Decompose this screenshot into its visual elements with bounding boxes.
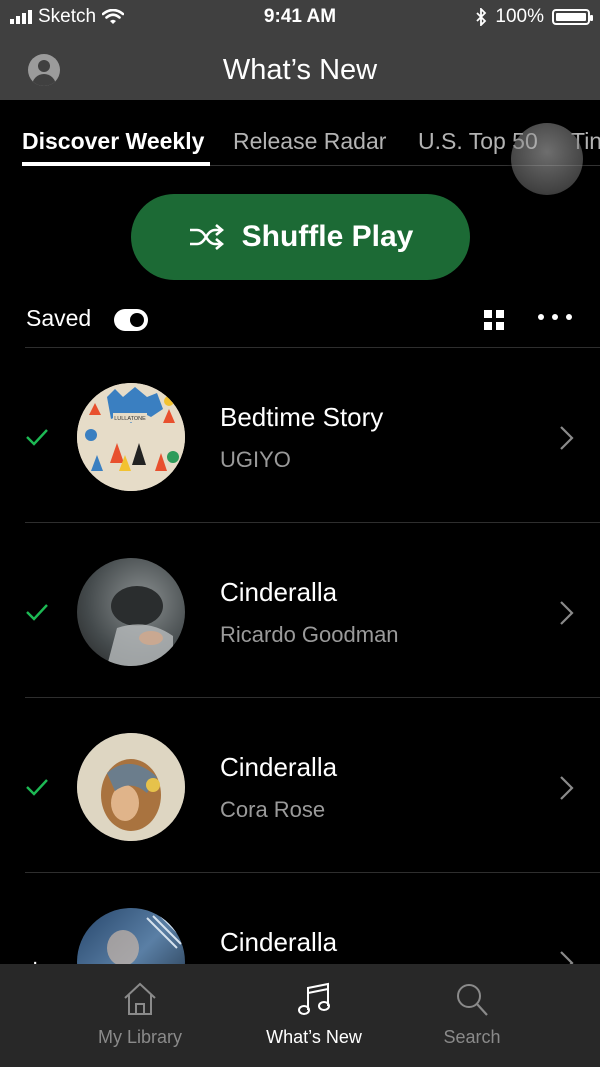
tab-my-library[interactable]: My Library [40,964,240,1067]
check-icon [26,604,48,621]
shuffle-play-button[interactable]: Shuffle Play [131,194,470,280]
tab-release-radar[interactable]: Release Radar [233,128,386,155]
track-title: Cinderalla [220,752,338,782]
saved-toggle[interactable] [114,309,148,331]
saved-label: Saved [26,305,92,331]
album-art [77,558,185,666]
track-artist: UGIYO [220,447,291,472]
chevron-right-icon[interactable] [558,600,576,626]
tab-discover-weekly[interactable]: Discover Weekly [22,128,204,155]
track-title: Cinderalla [220,927,338,957]
track-title: Cinderalla [220,577,338,607]
battery-percent: 100% [495,6,544,27]
track-row[interactable]: LULLATONE Bedtime Story UGIYO [25,347,600,522]
playlist-tabs: Discover Weekly Release Radar U.S. Top 5… [0,100,600,166]
more-options-icon[interactable] [538,314,572,320]
tab-search[interactable]: Search [372,964,572,1067]
tab-label: Search [443,1027,501,1047]
status-right: 100% [475,6,593,28]
shuffle-icon [189,224,224,250]
bluetooth-icon [476,8,487,26]
shuffle-play-label: Shuffle Play [241,220,414,253]
status-bar: Sketch 9:41 AM 100% [0,0,600,34]
track-list: LULLATONE Bedtime Story UGIYO Cinderalla… [0,347,600,1047]
chevron-right-icon[interactable] [558,775,576,801]
battery-fill [556,13,586,21]
track-title: Bedtime Story [220,402,384,432]
page-title: What’s New [222,54,378,86]
search-icon [457,984,488,1016]
album-art-text: LULLATONE [114,416,146,422]
home-icon [124,982,156,1015]
nav-bar: What’s New [0,34,600,100]
track-row[interactable]: Cinderalla Ricardo Goodman [25,522,600,697]
active-tab-indicator [22,162,210,166]
track-artist: Ricardo Goodman [220,622,399,647]
check-icon [26,429,48,446]
chevron-right-icon[interactable] [558,425,576,451]
saved-row: Saved [0,300,600,346]
bottom-tab-bar: My Library What’s New Search [0,964,600,1067]
tab-label: My Library [97,1027,182,1047]
track-row[interactable]: Cinderalla Cora Rose [25,697,600,872]
album-art [77,733,185,841]
album-art: LULLATONE [77,383,185,491]
track-artist: Cora Rose [220,797,326,822]
battery-icon [552,9,593,25]
grid-view-icon[interactable] [484,310,504,330]
music-note-icon [298,982,330,1015]
check-icon [26,779,48,796]
touch-indicator [511,123,583,195]
